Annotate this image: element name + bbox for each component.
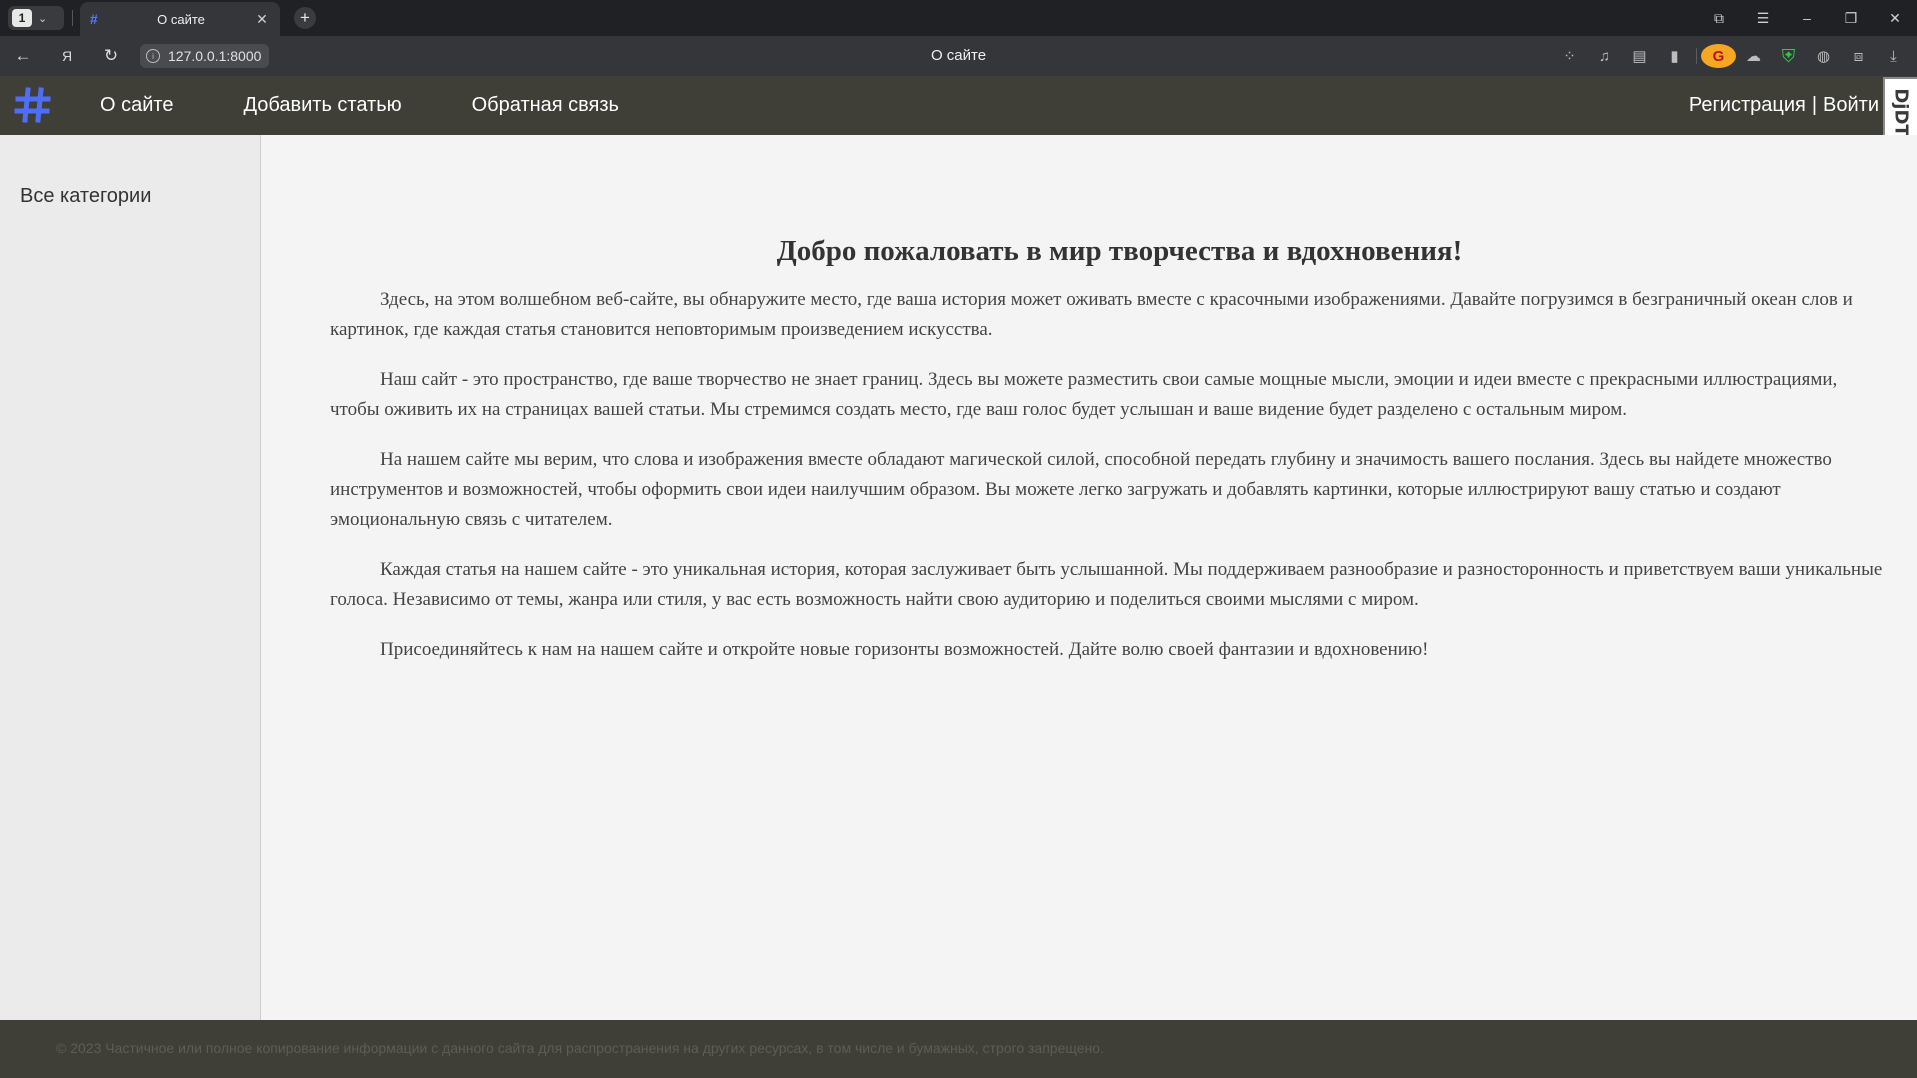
sidebar: Все категории xyxy=(0,135,261,1020)
reload-icon[interactable]: ↻ xyxy=(98,44,124,68)
main-content: Добро пожаловать в мир творчества и вдох… xyxy=(262,135,1917,1020)
menu-about-link[interactable]: О сайте xyxy=(100,94,173,117)
bookmarks-panel-icon[interactable]: ⧉ xyxy=(1697,0,1741,36)
divider xyxy=(1696,48,1697,64)
login-link[interactable]: Войти xyxy=(1823,94,1879,117)
main-menu: О сайте Добавить статью Обратная связь xyxy=(100,76,689,135)
paragraph: Здесь, на этом волшебном веб-сайте, вы о… xyxy=(330,289,1853,340)
extensions-area: ⁘ ♫ ▤ ▮ G ☁ ⛨ ◍ ⧈ ⤓ xyxy=(1552,44,1911,68)
extension-orange-icon[interactable]: G xyxy=(1701,44,1736,68)
all-categories-link[interactable]: Все категории xyxy=(20,185,151,208)
copyright-text: © 2023 Частичное или полное копирование … xyxy=(56,1040,1104,1056)
close-tab-icon[interactable]: ✕ xyxy=(254,11,270,28)
headphones-icon[interactable]: ♫ xyxy=(1587,44,1622,68)
shield-icon[interactable]: ⛨ xyxy=(1771,44,1806,68)
tab-count: 1 xyxy=(12,9,32,27)
restore-icon[interactable]: ❐ xyxy=(1829,0,1873,36)
paragraph: Каждая статья на нашем сайте - это уника… xyxy=(330,559,1883,610)
browser-tab-bar: 1 ⌄ # О сайте ✕ + ⧉ ☰ – ❐ ✕ xyxy=(0,0,1917,36)
tab-title: О сайте xyxy=(157,11,205,27)
cloud-icon[interactable]: ☁ xyxy=(1736,44,1771,68)
page-heading: Добро пожаловать в мир творчества и вдох… xyxy=(776,235,1463,267)
browser-address-bar: ← Я ↻ i 127.0.0.1:8000 О сайте ⁘ ♫ ▤ ▮ G… xyxy=(0,36,1917,76)
hash-favicon-icon: # xyxy=(90,11,98,27)
site-info-icon[interactable]: i xyxy=(146,49,160,63)
menu-add-article-link[interactable]: Добавить статью xyxy=(243,94,401,117)
site-footer: © 2023 Частичное или полное копирование … xyxy=(0,1020,1917,1078)
minimize-icon[interactable]: – xyxy=(1785,0,1829,36)
menu-icon[interactable]: ☰ xyxy=(1741,0,1785,36)
extensions-icon[interactable]: ⧈ xyxy=(1841,44,1876,68)
djdt-label: DjDT xyxy=(1890,87,1912,137)
apps-icon[interactable]: ⁘ xyxy=(1552,44,1587,68)
auth-separator: | xyxy=(1811,94,1818,116)
download-icon[interactable]: ⤓ xyxy=(1876,44,1911,68)
globe-icon[interactable]: ◍ xyxy=(1806,44,1841,68)
back-arrow-icon[interactable]: ← xyxy=(10,44,36,68)
auth-links: Регистрация | Войти xyxy=(1689,76,1879,135)
url-text: 127.0.0.1:8000 xyxy=(168,48,262,64)
yandex-icon[interactable]: Я xyxy=(54,44,80,68)
paragraph: Присоединяйтесь к нам на нашем сайте и о… xyxy=(380,639,1429,660)
paragraph: На нашем сайте мы верим, что слова и изо… xyxy=(330,449,1832,530)
close-window-icon[interactable]: ✕ xyxy=(1873,0,1917,36)
chevron-down-icon: ⌄ xyxy=(38,12,48,25)
reader-mode-icon[interactable]: ▤ xyxy=(1622,44,1657,68)
tab-counter-button[interactable]: 1 ⌄ xyxy=(8,6,64,30)
browser-tab[interactable]: # О сайте ✕ xyxy=(80,2,280,36)
bookmark-icon[interactable]: ▮ xyxy=(1657,44,1692,68)
hash-logo-icon[interactable] xyxy=(14,86,52,124)
url-field[interactable]: i 127.0.0.1:8000 xyxy=(140,44,270,68)
register-link[interactable]: Регистрация xyxy=(1689,94,1806,117)
paragraph: Наш сайт - это пространство, где ваше тв… xyxy=(330,369,1838,420)
new-tab-button[interactable]: + xyxy=(294,7,316,29)
site-header: О сайте Добавить статью Обратная связь Р… xyxy=(0,76,1917,135)
menu-feedback-link[interactable]: Обратная связь xyxy=(472,94,619,117)
window-controls: ⧉ ☰ – ❐ ✕ xyxy=(1697,0,1917,36)
divider xyxy=(72,10,73,26)
